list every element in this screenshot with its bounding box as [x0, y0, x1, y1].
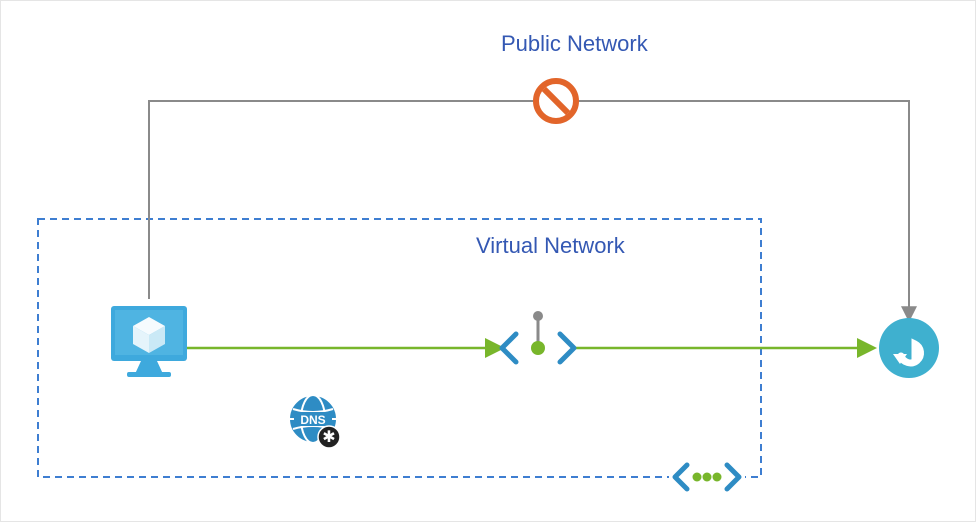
svg-text:DNS: DNS [300, 413, 325, 427]
blocked-icon [536, 81, 576, 121]
diagram-canvas: Public Network Virtual Network [0, 0, 976, 522]
public-network-path [149, 101, 909, 319]
virtual-machine-icon [111, 306, 187, 377]
azure-relay-icon [879, 318, 939, 378]
private-dns-zone-icon: DNS ✱ [289, 395, 340, 448]
virtual-network-connector-icon [669, 461, 745, 493]
private-endpoint-icon [502, 311, 574, 362]
svg-text:✱: ✱ [322, 429, 335, 446]
diagram-svg: DNS ✱ [1, 1, 976, 523]
